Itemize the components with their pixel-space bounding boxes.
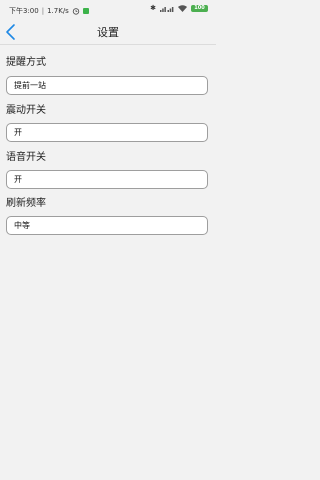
- status-separator: |: [41, 7, 45, 15]
- status-bar: 下午3:00 | 1.7K/s ✱ 100: [0, 0, 216, 20]
- status-left: 下午3:00 | 1.7K/s: [9, 6, 89, 16]
- setting-label-voice: 语音开关: [6, 152, 46, 163]
- vibration-toggle-field[interactable]: 开: [6, 123, 208, 142]
- wifi-icon: [178, 5, 187, 12]
- setting-label-reminder-mode: 提醒方式: [6, 57, 46, 68]
- page-title: 设置: [97, 26, 119, 39]
- voice-toggle-field[interactable]: 开: [6, 170, 208, 189]
- app-notification-icon: [82, 8, 89, 14]
- reminder-mode-field[interactable]: 提前一站: [6, 76, 208, 95]
- screen: 下午3:00 | 1.7K/s ✱ 100 设置 提醒方式 提前一站 震动开关 …: [0, 0, 216, 480]
- alarm-icon: [72, 8, 80, 15]
- bluetooth-icon: ✱: [150, 4, 156, 12]
- network-speed: 1.7K/s: [47, 7, 69, 15]
- title-bar: 设置: [0, 20, 216, 45]
- battery-icon: 100: [191, 5, 208, 12]
- signal-icon: [160, 7, 174, 12]
- status-right: ✱ 100: [150, 5, 208, 12]
- setting-label-refresh-rate: 刷新频率: [6, 198, 46, 209]
- refresh-rate-field[interactable]: 中等: [6, 216, 208, 235]
- setting-label-vibration: 震动开关: [6, 105, 46, 116]
- status-time: 下午3:00: [9, 7, 39, 15]
